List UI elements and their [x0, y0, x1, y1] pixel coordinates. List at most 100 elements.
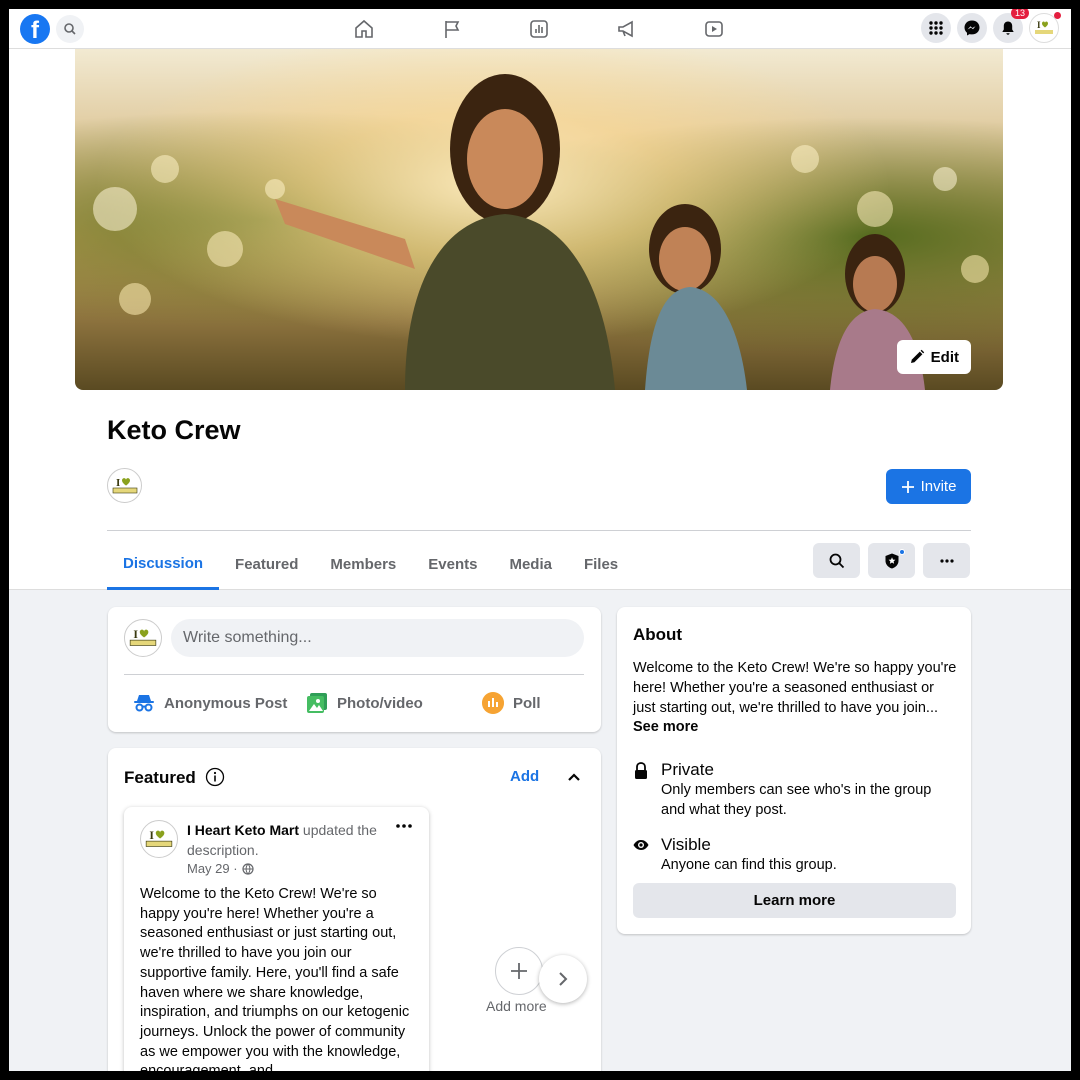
- eye-icon: [633, 840, 649, 850]
- featured-collapse-button[interactable]: [564, 767, 584, 792]
- tab-media[interactable]: Media: [493, 539, 568, 590]
- notifications-button[interactable]: 13: [993, 9, 1029, 43]
- about-description-text: Welcome to the Keto Crew! We're so happy…: [633, 660, 957, 716]
- post-composer: I Anonymous Post Photo/video Poll: [108, 607, 601, 732]
- more-options-button[interactable]: [923, 543, 970, 578]
- learn-more-button[interactable]: Learn more: [633, 883, 956, 918]
- invite-button[interactable]: Invite: [886, 469, 971, 504]
- header-divider: [107, 530, 971, 531]
- profile-alert-dot: [1054, 12, 1061, 19]
- search-button[interactable]: [56, 15, 84, 43]
- featured-post-card[interactable]: I I Heart Keto Mart updated the descript…: [124, 807, 429, 1071]
- messenger-icon: [964, 20, 980, 36]
- privacy-title: Private: [661, 760, 714, 779]
- keto-mart-logo-icon: I: [112, 477, 137, 493]
- visibility-title: Visible: [661, 835, 711, 854]
- plus-icon: [901, 480, 914, 493]
- search-icon: [64, 23, 76, 35]
- tab-files[interactable]: Files: [568, 539, 634, 590]
- top-navigation: f 13 I: [9, 9, 1071, 49]
- nav-pages[interactable]: [437, 15, 467, 43]
- see-more-link[interactable]: See more: [633, 719, 698, 735]
- svg-text:I: I: [149, 829, 154, 842]
- anonymous-post-button[interactable]: Anonymous Post: [132, 689, 287, 717]
- messenger-button[interactable]: [957, 13, 987, 43]
- bell-icon: [1002, 21, 1014, 35]
- flag-icon: [444, 21, 459, 38]
- megaphone-icon: [617, 20, 633, 38]
- lock-icon: [635, 762, 647, 779]
- about-section: About Welcome to the Keto Crew! We're so…: [617, 607, 971, 934]
- admin-tools-button[interactable]: [868, 543, 915, 578]
- privacy-description: Only members can see who's in the group …: [661, 782, 932, 818]
- add-more-label: Add more: [486, 998, 547, 1014]
- privacy-row: Private Only members can see who's in th…: [633, 759, 951, 821]
- about-title: About: [633, 625, 683, 644]
- nav-right-actions: 13 I: [921, 9, 1061, 43]
- write-something-input[interactable]: [171, 619, 584, 657]
- post-more-button[interactable]: [394, 819, 414, 838]
- poll-label: Poll: [513, 694, 541, 712]
- page-frame: f 13 I Edit Keto Crew I Invite Discussio…: [9, 9, 1071, 1071]
- anonymous-post-label: Anonymous Post: [164, 694, 288, 712]
- post-author-avatar[interactable]: I: [140, 820, 178, 858]
- menu-button[interactable]: [921, 13, 951, 43]
- nav-video[interactable]: [699, 15, 729, 43]
- invite-label: Invite: [920, 478, 957, 495]
- composer-avatar: I: [124, 619, 162, 657]
- featured-info-button[interactable]: [205, 767, 225, 792]
- photo-icon: [307, 693, 327, 713]
- tab-actions: [813, 543, 970, 578]
- tab-events[interactable]: Events: [412, 539, 493, 590]
- poll-icon: [482, 692, 504, 714]
- poll-button[interactable]: Poll: [481, 689, 541, 717]
- group-tabs: Discussion Featured Members Events Media…: [107, 539, 634, 590]
- chevron-up-icon: [568, 773, 580, 781]
- group-search-button[interactable]: [813, 543, 860, 578]
- tab-featured[interactable]: Featured: [219, 539, 314, 590]
- featured-section: Featured Add I I Heart Keto Mart updated…: [108, 748, 601, 1071]
- keto-mart-logo-icon: I: [129, 628, 157, 646]
- featured-add-link[interactable]: Add: [510, 768, 539, 785]
- keto-mart-logo-icon: I: [145, 829, 173, 847]
- info-icon: [205, 767, 225, 787]
- group-admin-avatar[interactable]: I: [107, 468, 142, 503]
- tab-members[interactable]: Members: [314, 539, 412, 590]
- about-description: Welcome to the Keto Crew! We're so happy…: [633, 659, 957, 738]
- notification-badge: 13: [1010, 9, 1029, 19]
- tab-discussion[interactable]: Discussion: [107, 539, 220, 590]
- edit-cover-label: Edit: [930, 348, 959, 366]
- keto-mart-logo-icon: I: [1035, 20, 1053, 34]
- post-date[interactable]: May 29 ·: [187, 861, 238, 876]
- video-icon: [705, 21, 723, 37]
- edit-cover-button[interactable]: Edit: [896, 340, 971, 374]
- add-more-button[interactable]: [495, 947, 543, 995]
- shield-star-icon: [885, 553, 898, 568]
- chart-icon: [530, 20, 548, 38]
- plus-icon: [511, 963, 527, 979]
- post-body-text: Welcome to the Keto Crew! We're so happy…: [140, 886, 410, 1071]
- nav-insights[interactable]: [524, 15, 554, 43]
- search-icon: [829, 553, 844, 568]
- photo-video-button[interactable]: Photo/video: [305, 689, 423, 717]
- composer-divider: [124, 674, 584, 675]
- featured-title: Featured: [124, 768, 196, 787]
- post-author-name[interactable]: I Heart Keto Mart: [187, 822, 299, 838]
- chevron-right-icon: [559, 972, 568, 986]
- featured-next-button[interactable]: [539, 955, 587, 1003]
- globe-icon: [241, 862, 254, 875]
- home-icon: [355, 19, 373, 38]
- svg-text:I: I: [133, 628, 138, 641]
- nav-ads[interactable]: [612, 15, 642, 43]
- cover-photo: Edit: [75, 49, 1003, 390]
- visibility-description: Anyone can find this group.: [661, 857, 837, 873]
- nav-home[interactable]: [349, 15, 379, 43]
- group-title: Keto Crew: [107, 415, 241, 445]
- svg-text:I: I: [1037, 20, 1041, 30]
- facebook-logo-icon[interactable]: f: [20, 14, 50, 44]
- cover-photo-illustration: [93, 74, 989, 390]
- photo-video-label: Photo/video: [337, 694, 423, 712]
- profile-avatar[interactable]: I: [1029, 12, 1061, 43]
- pencil-icon: [910, 349, 924, 363]
- post-meta: May 29 ·: [187, 861, 254, 876]
